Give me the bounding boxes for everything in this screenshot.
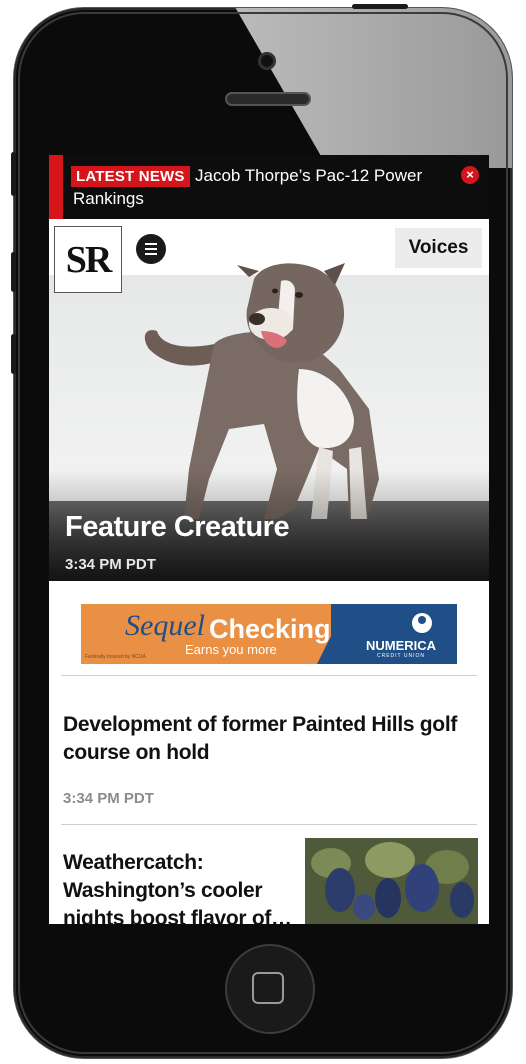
ad-banner[interactable]: Sequel Checking Earns you more Federally… [81,604,457,664]
ad-fine-print: Federally Insured by NCUA [85,654,146,660]
story-headline[interactable]: Weathercatch: Washington’s cooler nights… [63,849,295,924]
camera-icon [258,52,276,70]
divider [61,824,477,825]
hero-timestamp: 3:34 PM PDT [65,556,156,573]
breaking-news-ticker[interactable]: Jacob Thorpe’s Pac-12 Power Rankings LAT… [49,155,489,219]
ad-brand-subtitle: CREDIT UNION [376,653,426,659]
grapes-thumbnail[interactable] [305,838,478,924]
numerica-logo-icon [412,613,432,633]
mute-switch [11,152,16,196]
ad-brand-name: NUMERICA [365,638,437,653]
latest-news-badge: LATEST NEWS [71,166,190,187]
ad-word-sequel: Sequel [125,609,205,642]
divider [61,675,477,676]
power-button [352,4,408,9]
volume-down-button [11,334,16,374]
hero-title[interactable]: Feature Creature [65,511,290,544]
home-square-icon [252,972,284,1004]
ad-word-checking: Checking [209,614,331,644]
story-headline[interactable]: Development of former Painted Hills golf… [63,711,463,767]
phone-screen: Jacob Thorpe’s Pac-12 Power Rankings LAT… [49,155,489,924]
ad-tagline: Earns you more [185,642,277,657]
story-timestamp: 3:34 PM PDT [63,790,154,807]
speaker-grille [225,92,311,106]
voices-button[interactable]: Voices [395,228,482,268]
volume-up-button [11,252,16,292]
close-circle-icon[interactable]: × [461,166,479,184]
hamburger-menu-icon[interactable] [136,234,166,264]
ticker-accent-bar [49,155,63,219]
site-logo[interactable]: SR [54,226,122,293]
